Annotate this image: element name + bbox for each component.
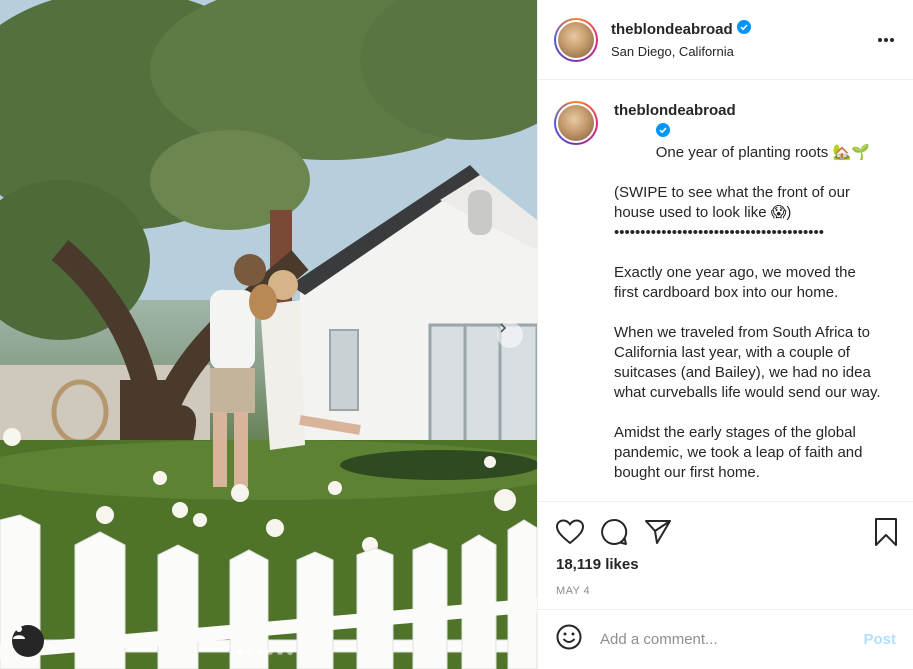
post-header: theblondeabroad San Diego, California bbox=[538, 0, 913, 80]
comment-box: Add a comment... Post bbox=[538, 609, 913, 669]
avatar-image bbox=[558, 21, 594, 58]
post-side-panel: theblondeabroad San Diego, California th… bbox=[537, 0, 913, 669]
carousel-indicator bbox=[237, 649, 293, 655]
caption-head: One year of planting roots 🏡🌱 bbox=[655, 144, 870, 161]
carousel-next-button[interactable] bbox=[497, 322, 523, 348]
username-link[interactable]: theblondeabroad bbox=[611, 20, 751, 38]
actions-area: 18,119 likes MAY 4 bbox=[538, 501, 913, 597]
carousel-dot bbox=[257, 649, 263, 655]
caption-username[interactable]: theblondeabroad bbox=[614, 102, 736, 119]
heart-icon[interactable] bbox=[556, 518, 584, 545]
more-options-button[interactable] bbox=[877, 30, 895, 48]
location-link[interactable]: San Diego, California bbox=[611, 44, 751, 59]
carousel-dot bbox=[237, 649, 243, 655]
carousel-dot bbox=[267, 649, 273, 655]
username-text: theblondeabroad bbox=[611, 20, 733, 38]
action-icons bbox=[538, 502, 913, 547]
carousel-dot bbox=[277, 649, 283, 655]
more-icon bbox=[877, 30, 895, 47]
caption-paragraph: When we traveled from South Africa to Ca… bbox=[614, 324, 881, 401]
post-comment-button[interactable]: Post bbox=[863, 631, 896, 648]
caption-area[interactable]: theblondeabroad One year of planting roo… bbox=[538, 81, 913, 501]
caption-avatar[interactable] bbox=[554, 101, 598, 145]
avatar[interactable] bbox=[554, 17, 598, 62]
comment-input[interactable]: Add a comment... bbox=[600, 631, 863, 648]
caption-paragraph: (SWIPE to see what the front of our hous… bbox=[614, 184, 850, 241]
emoji-icon[interactable] bbox=[556, 624, 582, 655]
verified-icon bbox=[736, 20, 751, 38]
verified-icon bbox=[655, 123, 670, 143]
bookmark-icon[interactable] bbox=[874, 517, 898, 546]
post-date[interactable]: MAY 4 bbox=[538, 573, 913, 597]
likes-count[interactable]: 18,119 likes bbox=[538, 547, 913, 573]
comment-icon[interactable] bbox=[600, 518, 628, 546]
caption: theblondeabroad One year of planting roo… bbox=[614, 101, 884, 501]
post-photo[interactable] bbox=[0, 0, 537, 669]
carousel-dot bbox=[287, 649, 293, 655]
caption-paragraph: Amidst the early stages of the global pa… bbox=[614, 424, 867, 481]
share-icon[interactable] bbox=[644, 519, 672, 545]
caption-paragraph: Exactly one year ago, we moved the first… bbox=[614, 264, 860, 301]
carousel-dot bbox=[247, 649, 253, 655]
user-tags-button[interactable] bbox=[12, 625, 44, 657]
avatar-image bbox=[558, 105, 594, 141]
photo-scene bbox=[0, 0, 537, 669]
